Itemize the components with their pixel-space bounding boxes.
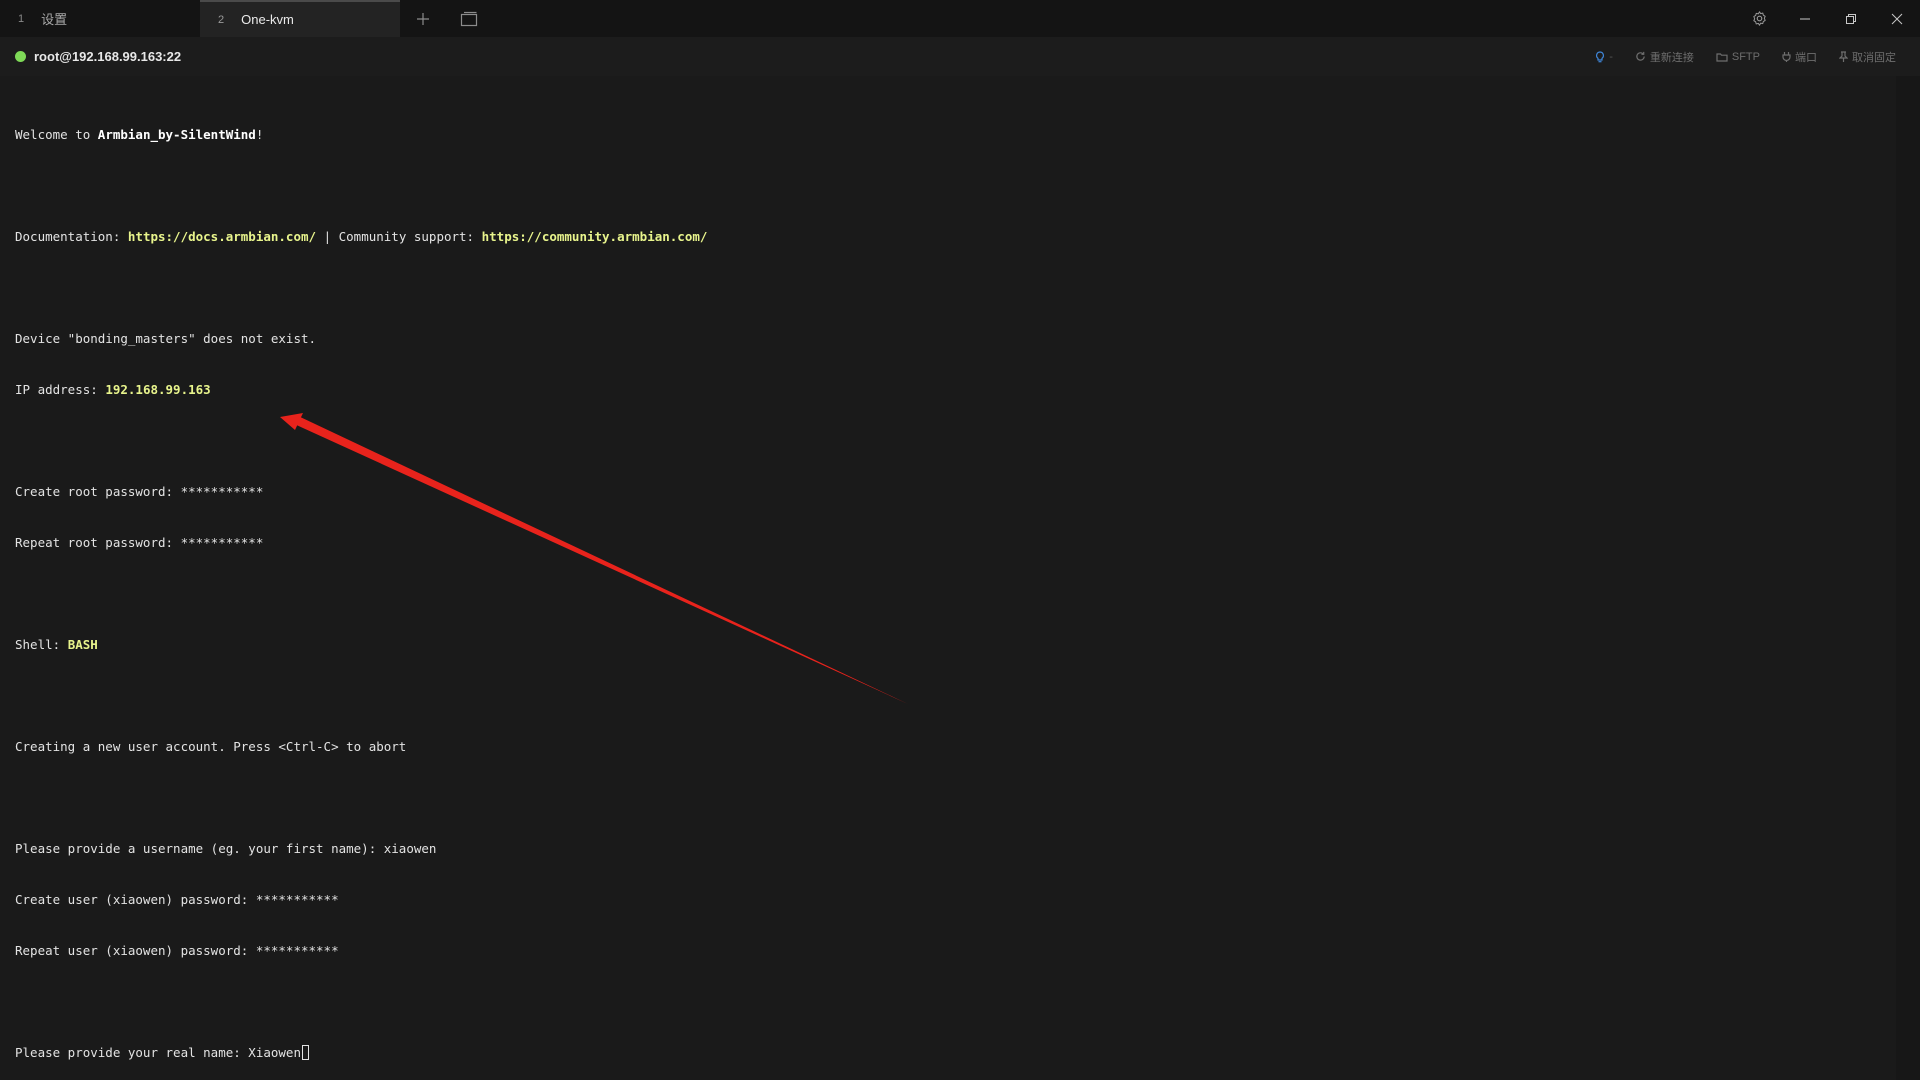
session-host: root@192.168.99.163:22 <box>34 49 182 64</box>
realname-prompt: Please provide your real name: <box>15 1045 249 1060</box>
shell-prefix: Shell: <box>15 637 68 652</box>
ip-value: 192.168.99.163 <box>105 382 211 397</box>
tab-settings[interactable]: 1 设置 <box>0 0 200 37</box>
tab-bar: 1 设置 2 One-kvm <box>0 0 1920 37</box>
username-prompt-line: Please provide a username (eg. your firs… <box>15 841 437 856</box>
refresh-icon <box>1636 51 1645 61</box>
device-line: Device "bonding_masters" does not exist. <box>15 331 317 346</box>
close-icon <box>1891 13 1903 24</box>
window-list-button[interactable] <box>446 0 492 37</box>
documentation-link[interactable]: https://docs.armbian.com/ <box>128 229 316 244</box>
lightbulb-icon <box>1596 50 1605 62</box>
shell-value: BASH <box>67 637 98 652</box>
minimize-icon <box>1800 18 1810 19</box>
sftp-button[interactable]: SFTP <box>1716 51 1760 63</box>
tab-label: 设置 <box>41 12 68 27</box>
user-password-repeat-line: Repeat user (xiaowen) password: ********… <box>15 943 339 958</box>
connection-status-dot <box>15 51 26 62</box>
welcome-prefix: Welcome to <box>15 127 98 142</box>
shell-line: Shell: BASH <box>15 636 1896 653</box>
reconnect-button[interactable]: 重新连接 <box>1635 49 1694 65</box>
close-button[interactable] <box>1874 0 1920 37</box>
pin-icon <box>1839 51 1848 62</box>
user-password-create-line: Create user (xiaowen) password: ********… <box>15 892 339 907</box>
tab-label: One-kvm <box>241 12 294 27</box>
tab-index: 1 <box>18 12 25 25</box>
unpin-label: 取消固定 <box>1852 51 1896 64</box>
ip-prefix: IP address: <box>15 382 106 397</box>
session-bar: root@192.168.99.163:22 - 重新连接 SFTP 端口 取消… <box>0 37 1920 76</box>
sftp-label: SFTP <box>1731 50 1760 63</box>
welcome-line: Welcome to Armbian_by-SilentWind! <box>15 126 1896 143</box>
restore-icon <box>1846 13 1856 24</box>
terminal-scrollbar[interactable] <box>1896 76 1920 1080</box>
community-link[interactable]: https://community.armbian.com/ <box>482 229 708 244</box>
tab-index: 2 <box>218 13 225 26</box>
ip-line: IP address: 192.168.99.163 <box>15 381 1896 398</box>
highlight-toggle-button[interactable]: - <box>1595 51 1613 63</box>
port-forward-button[interactable]: 端口 <box>1782 49 1817 65</box>
port-label: 端口 <box>1795 51 1817 64</box>
highlight-dropdown-indicator: - <box>1609 50 1613 63</box>
realname-input[interactable]: Xiaowen <box>248 1045 301 1060</box>
root-password-create-line: Create root password: *********** <box>15 484 264 499</box>
folder-icon <box>1716 52 1728 62</box>
restore-button[interactable] <box>1828 0 1874 37</box>
reconnect-label: 重新连接 <box>1649 51 1694 64</box>
windows-icon <box>460 11 478 26</box>
create-user-line: Creating a new user account. Press <Ctrl… <box>15 739 407 754</box>
terminal-output[interactable]: Welcome to Armbian_by-SilentWind! Docume… <box>0 76 1896 1080</box>
welcome-suffix: ! <box>255 127 264 142</box>
doc-separator: | Community support: <box>316 229 482 244</box>
documentation-line: Documentation: https://docs.armbian.com/… <box>15 228 1896 245</box>
tab-one-kvm[interactable]: 2 One-kvm <box>200 0 400 37</box>
settings-button[interactable] <box>1736 0 1782 37</box>
doc-prefix: Documentation: <box>15 229 128 244</box>
gear-icon <box>1752 11 1766 26</box>
unpin-button[interactable]: 取消固定 <box>1839 49 1896 65</box>
root-password-repeat-line: Repeat root password: *********** <box>15 535 264 550</box>
minimize-button[interactable] <box>1782 0 1828 37</box>
distro-name: Armbian_by-SilentWind <box>97 127 256 142</box>
realname-prompt-line[interactable]: Please provide your real name: Xiaowen <box>15 1044 1896 1061</box>
tab-bar-spacer <box>492 0 1736 37</box>
plug-icon <box>1782 52 1791 62</box>
terminal-cursor <box>301 1045 309 1060</box>
new-tab-button[interactable] <box>400 0 446 37</box>
plus-icon <box>417 12 429 25</box>
